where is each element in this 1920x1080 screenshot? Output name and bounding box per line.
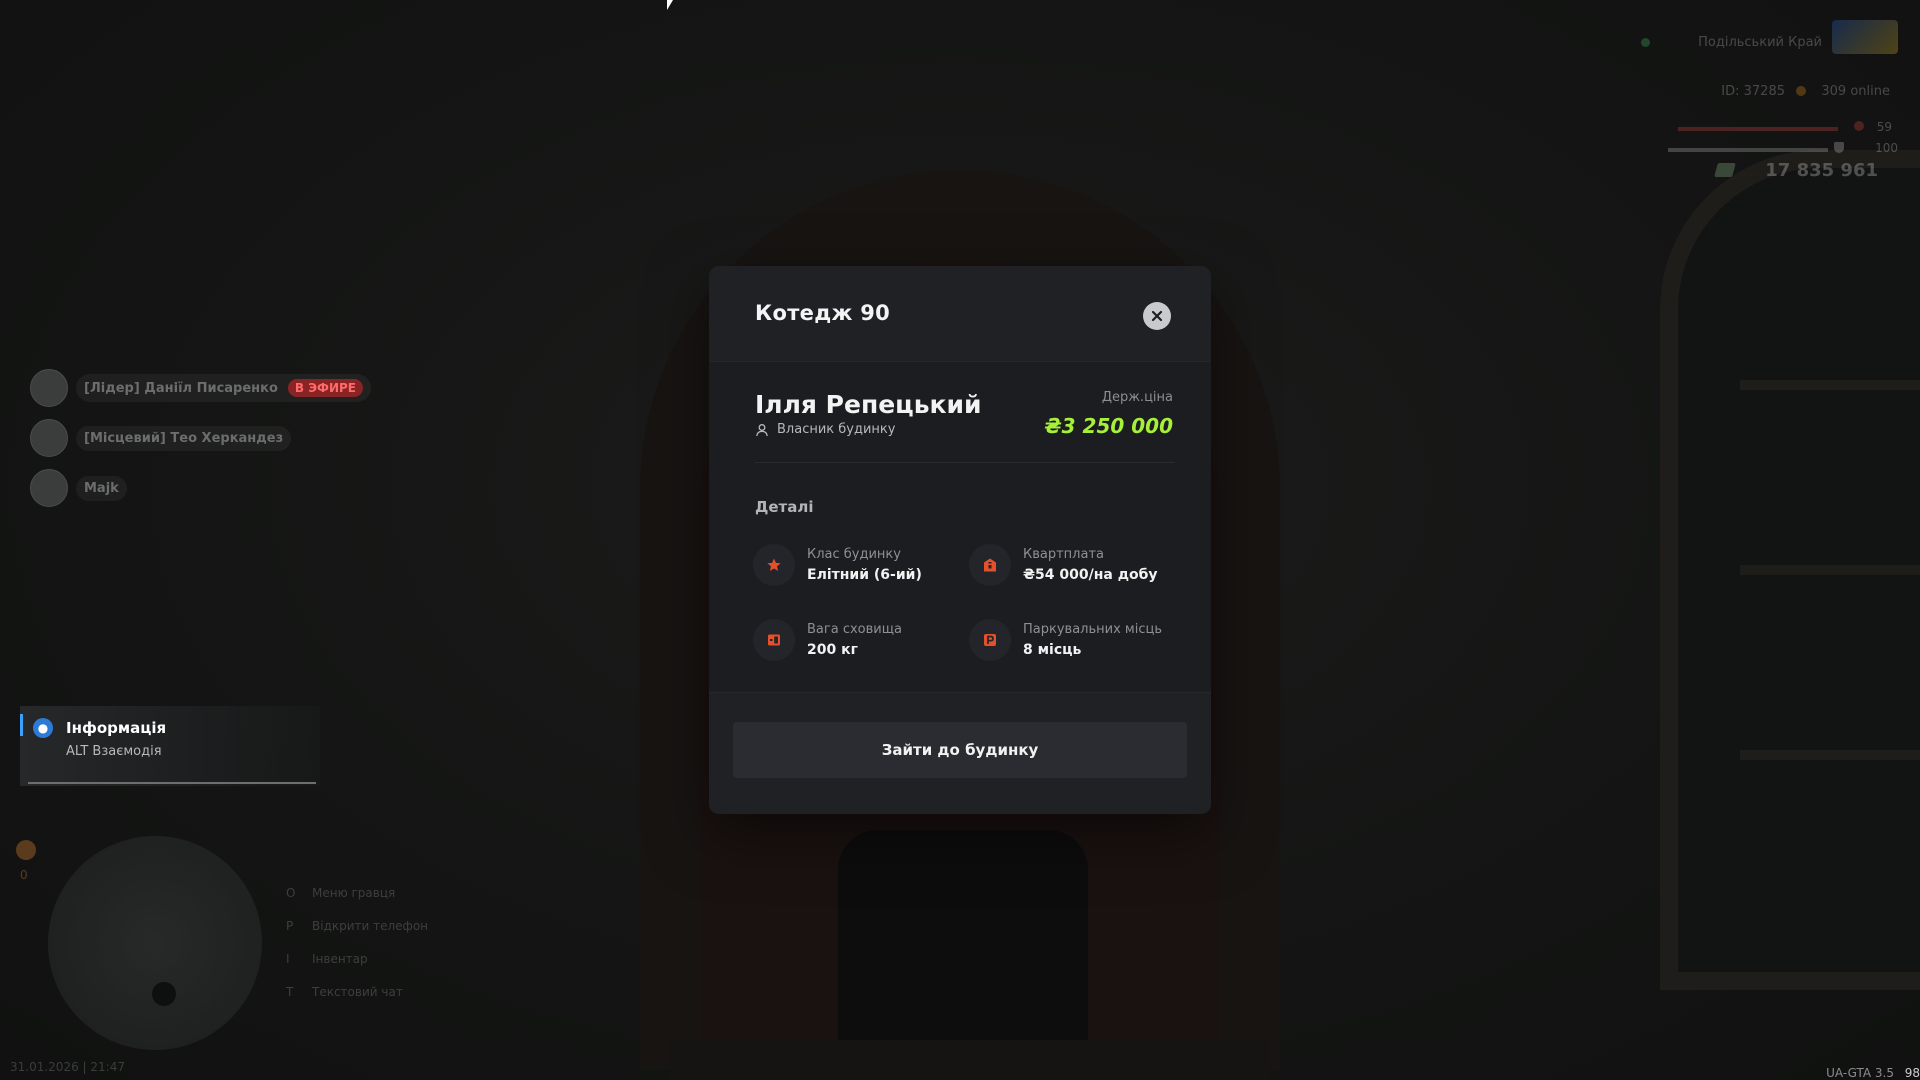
owner-name: Ілля Репецький xyxy=(755,390,982,419)
rent-icon xyxy=(969,544,1011,586)
price-value: ₴3 250 000 xyxy=(1044,414,1173,438)
live-badge: В ЭФИРЕ xyxy=(287,379,363,397)
price-label: Держ.ціна xyxy=(1101,390,1173,405)
info-panel: ● Інформація ALT Взаємодія xyxy=(20,706,320,786)
modal-header: Котедж 90 xyxy=(709,266,1211,362)
enter-house-button[interactable]: Зайти до будинку xyxy=(733,722,1187,778)
background-step xyxy=(670,1040,1270,1080)
window-bar xyxy=(1740,750,1920,760)
modal-footer: Зайти до будинку xyxy=(709,692,1211,814)
house-modal: Котедж 90 Ілля Репецький Власник будинку… xyxy=(709,266,1211,814)
server-logo xyxy=(1832,20,1898,54)
detail-label: Квартплата xyxy=(1023,547,1104,562)
version-label: UA-GTA 3.5 xyxy=(1826,1066,1894,1080)
minimap xyxy=(48,836,262,1050)
avatar xyxy=(30,369,68,407)
shield-icon xyxy=(1834,142,1844,153)
avatar xyxy=(30,419,68,457)
parking-icon xyxy=(969,619,1011,661)
player-id: ID: 37285 xyxy=(1721,84,1785,99)
hint-key: O xyxy=(286,886,296,900)
voice-list-item: [Місцевий] Тео Херкандез xyxy=(30,418,292,458)
money-icon xyxy=(1714,163,1736,177)
hint-label: Інвентар xyxy=(312,952,368,966)
detail-label: Вага сховища xyxy=(807,622,902,637)
owner-role-label: Власник будинку xyxy=(777,422,896,437)
details-title: Деталі xyxy=(755,498,814,516)
modal-title: Котедж 90 xyxy=(755,301,891,325)
detail-parking: Паркувальних місць 8 місць xyxy=(969,619,1162,661)
server-status-icon xyxy=(1641,38,1650,47)
info-accent-bar xyxy=(20,714,23,736)
hint-row: I Інвентар xyxy=(286,952,368,966)
hint-row: P Відкрити телефон xyxy=(286,919,428,933)
minimap-player-marker-icon xyxy=(152,982,176,1006)
star-icon xyxy=(753,544,795,586)
hint-key: T xyxy=(286,985,294,999)
hint-label: Текстовий чат xyxy=(312,985,403,999)
voice-player-name: Majk xyxy=(84,480,119,496)
hint-label: Меню гравця xyxy=(312,886,396,900)
voice-name-pill: [Лідер] Даніїл Писаренко В ЭФИРЕ xyxy=(76,374,371,402)
hint-key: P xyxy=(286,919,294,933)
online-count: 309 online xyxy=(1821,84,1890,99)
storage-icon xyxy=(753,619,795,661)
voice-name-pill: Majk xyxy=(76,475,127,501)
detail-label: Паркувальних місць xyxy=(1023,622,1162,637)
detail-rent: Квартплата ₴54 000/на добу xyxy=(969,544,1158,586)
info-title: Інформація xyxy=(66,719,167,737)
voice-player-name: [Місцевий] Тео Херкандез xyxy=(84,430,284,446)
divider xyxy=(755,462,1175,463)
hint-row: O Меню гравця xyxy=(286,886,395,900)
detail-value: 8 місць xyxy=(1023,642,1082,658)
hint-key: I xyxy=(286,952,290,966)
mouse-cursor-icon xyxy=(667,0,673,10)
voice-name-pill: [Місцевий] Тео Херкандез xyxy=(76,425,292,451)
detail-label: Клас будинку xyxy=(807,547,901,562)
armor-bar xyxy=(1668,148,1828,152)
detail-house-class: Клас будинку Елітний (6-ий) xyxy=(753,544,922,586)
avatar xyxy=(30,469,68,507)
person-icon xyxy=(755,423,769,437)
hint-row: T Текстовий чат xyxy=(286,985,403,999)
status-counter: 0 xyxy=(20,868,28,882)
detail-value: ₴54 000/на добу xyxy=(1023,567,1158,583)
voice-player-name: [Лідер] Даніїл Писаренко xyxy=(84,380,278,396)
detail-value: 200 кг xyxy=(807,642,858,658)
info-subtitle: ALT Взаємодія xyxy=(66,744,162,759)
server-name: Подільський Край xyxy=(1698,35,1822,50)
health-value: 59 xyxy=(1876,120,1892,134)
hunger-icon xyxy=(16,840,36,860)
voice-list-item: Majk xyxy=(30,468,127,508)
armor-value: 100 xyxy=(1875,141,1898,155)
info-divider xyxy=(28,782,316,784)
fps-counter: 98 xyxy=(1904,1066,1920,1080)
info-bulb-icon: ● xyxy=(33,718,53,738)
heart-icon xyxy=(1854,121,1864,131)
window-bar xyxy=(1740,380,1920,390)
window-bar xyxy=(1740,565,1920,575)
hud-top-right: Подільський Край ID: 37285 309 online 59… xyxy=(1560,0,1920,200)
datetime: 31.01.2026 | 21:47 xyxy=(10,1060,125,1074)
voice-list-item: [Лідер] Даніїл Писаренко В ЭФИРЕ xyxy=(30,368,371,408)
close-icon xyxy=(1151,310,1163,322)
owner-role: Власник будинку xyxy=(755,422,895,437)
close-button[interactable] xyxy=(1143,302,1171,330)
hint-label: Відкрити телефон xyxy=(312,919,429,933)
detail-storage: Вага сховища 200 кг xyxy=(753,619,902,661)
health-bar xyxy=(1678,127,1838,131)
detail-value: Елітний (6-ий) xyxy=(807,567,922,583)
money-value: 17 835 961 xyxy=(1765,160,1878,181)
online-icon xyxy=(1796,86,1806,96)
